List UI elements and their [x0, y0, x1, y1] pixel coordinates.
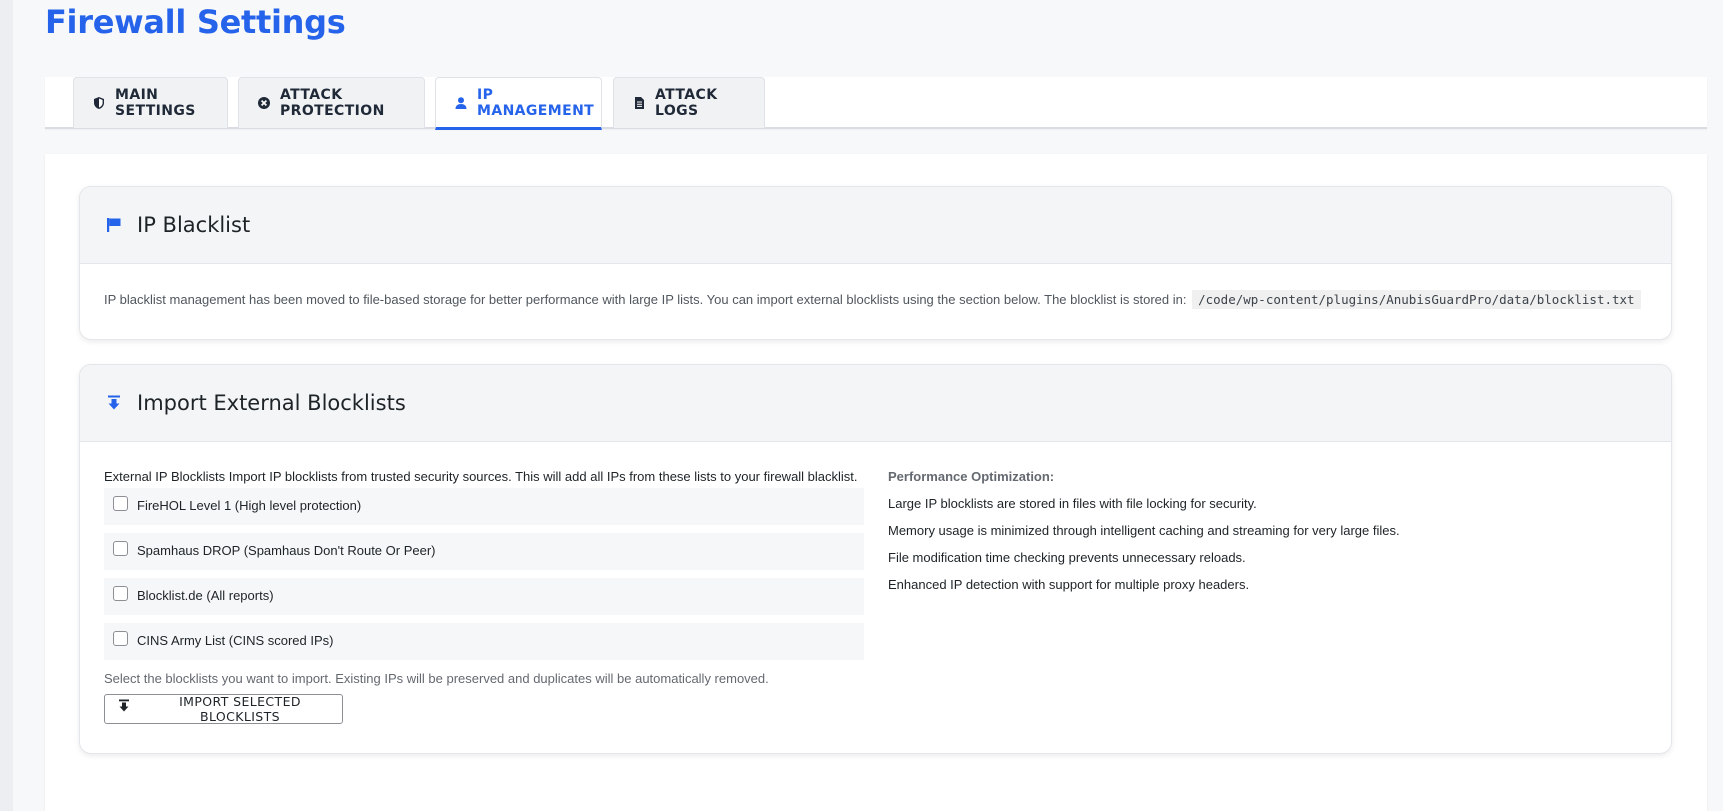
- option-label: Spamhaus DROP (Spamhaus Don't Route Or P…: [137, 543, 436, 558]
- import-selected-blocklists-button[interactable]: IMPORT SELECTED BLOCKLISTS: [104, 694, 343, 724]
- checkbox[interactable]: [113, 541, 128, 556]
- blocklist-option-blocklist-de[interactable]: Blocklist.de (All reports): [104, 578, 864, 615]
- user-icon: [454, 96, 468, 110]
- tab-label: IP MANAGEMENT: [477, 86, 595, 119]
- checkbox[interactable]: [113, 586, 128, 601]
- document-icon: [632, 96, 646, 110]
- download-icon: [118, 699, 130, 713]
- import-body: External IP Blocklists Import IP blockli…: [80, 442, 1671, 753]
- blocklist-option-spamhaus[interactable]: Spamhaus DROP (Spamhaus Don't Route Or P…: [104, 533, 864, 570]
- ip-blacklist-card: IP Blacklist IP blacklist management has…: [79, 186, 1672, 340]
- blocklist-option-cins-army[interactable]: CINS Army List (CINS scored IPs): [104, 623, 864, 660]
- description-text: IP blacklist management has been moved t…: [104, 292, 1187, 307]
- card-title: IP Blacklist: [137, 213, 251, 237]
- blocklist-option-firehol[interactable]: FireHOL Level 1 (High level protection): [104, 488, 864, 525]
- performance-notes: Performance Optimization: Large IP block…: [888, 468, 1648, 594]
- shield-icon: [92, 96, 106, 110]
- performance-title: Performance Optimization:: [888, 469, 1055, 484]
- blocklist-path: /code/wp-content/plugins/AnubisGuardPro/…: [1192, 290, 1641, 309]
- option-label: Blocklist.de (All reports): [137, 588, 274, 603]
- performance-note: Memory usage is minimized through intell…: [888, 523, 1400, 538]
- card-title: Import External Blocklists: [137, 391, 406, 415]
- tab-label: MAIN SETTINGS: [115, 87, 196, 119]
- tab-main-settings[interactable]: MAIN SETTINGS: [73, 77, 228, 128]
- card-header: Import External Blocklists: [80, 365, 1671, 442]
- dismiss-circle-icon: [257, 96, 271, 110]
- page: Firewall Settings MAIN SETTINGS ATTACK P…: [13, 0, 1723, 811]
- checkbox[interactable]: [113, 631, 128, 646]
- blacklist-description: IP blacklist management has been moved t…: [80, 264, 1671, 336]
- checkbox[interactable]: [113, 496, 128, 511]
- tab-ip-management[interactable]: IP MANAGEMENT: [435, 77, 602, 130]
- tab-bar: MAIN SETTINGS ATTACK PROTECTION IP MANAG…: [45, 77, 1707, 130]
- tab-content-ip-management: IP Blacklist IP blacklist management has…: [45, 154, 1707, 811]
- flag-icon: [105, 216, 123, 234]
- tab-label: ATTACK PROTECTION: [280, 87, 385, 119]
- performance-note: Enhanced IP detection with support for m…: [888, 577, 1250, 592]
- option-label: CINS Army List (CINS scored IPs): [137, 633, 334, 648]
- import-intro: External IP Blocklists Import IP blockli…: [104, 469, 858, 484]
- button-label: IMPORT SELECTED BLOCKLISTS: [179, 694, 301, 724]
- import-blocklists-card: Import External Blocklists External IP B…: [79, 364, 1672, 754]
- download-icon: [105, 394, 123, 412]
- tab-label: ATTACK LOGS: [655, 87, 718, 119]
- tab-attack-logs[interactable]: ATTACK LOGS: [613, 77, 765, 128]
- page-title: Firewall Settings: [45, 3, 346, 41]
- admin-sidebar-edge: [0, 0, 13, 811]
- blocklist-selection: External IP Blocklists Import IP blockli…: [104, 468, 864, 724]
- performance-note: Large IP blocklists are stored in files …: [888, 496, 1257, 511]
- performance-note: File modification time checking prevents…: [888, 550, 1246, 565]
- tab-attack-protection[interactable]: ATTACK PROTECTION: [238, 77, 425, 128]
- option-label: FireHOL Level 1 (High level protection): [137, 498, 362, 513]
- import-help-text: Select the blocklists you want to import…: [104, 671, 769, 686]
- card-header: IP Blacklist: [80, 187, 1671, 264]
